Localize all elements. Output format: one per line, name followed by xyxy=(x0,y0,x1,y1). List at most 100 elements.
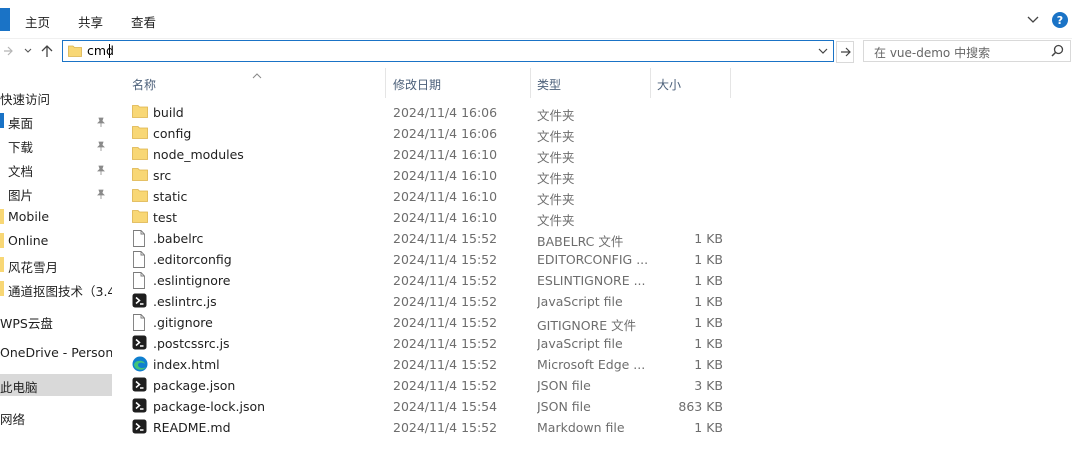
chevron-down-icon[interactable] xyxy=(1024,11,1042,29)
file-row[interactable]: package-lock.json 2024/11/4 15:54 JSON fil… xyxy=(118,396,818,417)
up-button[interactable] xyxy=(39,42,55,60)
file-row[interactable]: README.md 2024/11/4 15:52 Markdown file 1 K… xyxy=(118,417,818,438)
search-icon[interactable] xyxy=(1051,44,1064,60)
column-divider[interactable] xyxy=(650,68,651,98)
file-modified-date: 2024/11/4 15:52 xyxy=(393,420,498,435)
folder-icon xyxy=(132,125,150,142)
file-size: 1 KB xyxy=(694,420,723,435)
tab-share[interactable]: 共享 xyxy=(78,12,103,31)
column-header-name[interactable]: 名称 xyxy=(132,76,156,93)
file-type: JavaScript file xyxy=(537,336,623,351)
file-name: .babelrc xyxy=(153,231,204,246)
folder-icon xyxy=(0,233,4,248)
column-header-type[interactable]: 类型 xyxy=(537,76,561,93)
file-size: 1 KB xyxy=(694,273,723,288)
file-row[interactable]: test 2024/11/4 16:10 文件夹 xyxy=(118,207,818,228)
folder-icon xyxy=(132,167,150,184)
file-size: 1 KB xyxy=(694,294,723,309)
file-row[interactable]: static 2024/11/4 16:10 文件夹 xyxy=(118,186,818,207)
sidebar-item-network[interactable]: 网络 xyxy=(0,406,112,428)
sidebar-item-pictures[interactable]: 图片 xyxy=(0,182,112,204)
sidebar-item-desktop[interactable]: 桌面 xyxy=(0,110,112,132)
sidebar-item-quick-access[interactable]: 快速访问 xyxy=(0,86,112,108)
sidebar-item-label: 图片 xyxy=(8,188,34,203)
sidebar-item-label: 桌面 xyxy=(8,116,34,131)
sidebar-item-fenghua[interactable]: 风花雪月 xyxy=(0,254,112,276)
file-modified-date: 2024/11/4 15:52 xyxy=(393,378,498,393)
file-name: index.html xyxy=(153,357,220,372)
column-divider[interactable] xyxy=(730,68,731,98)
file-type: Microsoft Edge ... xyxy=(537,357,646,372)
folder-icon xyxy=(132,188,150,205)
sidebar-item-label: Mobile xyxy=(8,209,50,224)
file-type: EDITORCONFIG ... xyxy=(537,252,649,267)
file-modified-date: 2024/11/4 16:10 xyxy=(393,168,498,183)
ribbon-controls: ? xyxy=(1024,10,1072,30)
recent-locations-button[interactable] xyxy=(20,42,36,60)
file-size: 1 KB xyxy=(694,252,723,267)
file-name: test xyxy=(153,210,178,225)
file-type: 文件夹 xyxy=(537,129,575,144)
sidebar-item-label: 文档 xyxy=(8,164,34,179)
go-button[interactable] xyxy=(836,41,854,63)
file-name: .gitignore xyxy=(153,315,213,330)
sidebar-item-channel-matting[interactable]: 通道抠图技术（3.4 xyxy=(0,278,112,300)
sidebar-item-label: 下载 xyxy=(8,140,34,155)
search-placeholder: 在 vue-demo 中搜索 xyxy=(874,46,991,60)
file-row[interactable]: package.json 2024/11/4 15:52 JSON file 3 KB xyxy=(118,375,818,396)
file-modified-date: 2024/11/4 15:52 xyxy=(393,294,498,309)
chevron-down-icon xyxy=(24,48,32,53)
file-name: package.json xyxy=(153,378,236,393)
file-type: JavaScript file xyxy=(537,294,623,309)
file-row[interactable]: index.html 2024/11/4 15:52 Microsoft Edge … xyxy=(118,354,818,375)
sidebar-item-onedrive[interactable]: OneDrive - Persona xyxy=(0,342,112,364)
file-type: JSON file xyxy=(537,378,591,393)
file-row[interactable]: .gitignore 2024/11/4 15:52 GITIGNORE 文件 1 K… xyxy=(118,312,818,333)
column-header-date[interactable]: 修改日期 xyxy=(393,76,441,93)
tab-view[interactable]: 查看 xyxy=(131,12,156,31)
navigation-pane: 快速访问 桌面 下载 文档 图片 Mobile Online 风花雪月 通道抠图… xyxy=(0,64,112,472)
file-type: GITIGNORE 文件 xyxy=(537,318,637,333)
address-dropdown-button[interactable] xyxy=(815,42,831,60)
tab-home[interactable]: 主页 xyxy=(25,12,50,31)
help-icon[interactable]: ? xyxy=(1052,12,1068,28)
file-type: BABELRC 文件 xyxy=(537,234,624,249)
address-bar[interactable]: cmd xyxy=(62,40,834,62)
sidebar-item-downloads[interactable]: 下载 xyxy=(0,134,112,156)
sidebar-item-wps-cloud[interactable]: WPS云盘 xyxy=(0,310,112,332)
file-type: 文件夹 xyxy=(537,150,575,165)
arrow-right-icon xyxy=(840,47,851,57)
file-row[interactable]: .babelrc 2024/11/4 15:52 BABELRC 文件 1 KB xyxy=(118,228,818,249)
file-row[interactable]: node_modules 2024/11/4 16:10 文件夹 xyxy=(118,144,818,165)
folder-icon xyxy=(0,281,4,296)
file-row[interactable]: .editorconfig 2024/11/4 15:52 EDITORCONFIG… xyxy=(118,249,818,270)
desktop-icon xyxy=(0,113,4,128)
column-header-size[interactable]: 大小 xyxy=(657,76,681,93)
file-name: README.md xyxy=(153,420,231,435)
column-divider[interactable] xyxy=(530,68,531,98)
file-name: .postcssrc.js xyxy=(153,336,230,351)
file-tab[interactable] xyxy=(0,8,10,31)
file-name: build xyxy=(153,105,184,120)
file-name: node_modules xyxy=(153,147,244,162)
sidebar-item-mobile[interactable]: Mobile xyxy=(0,206,112,228)
arrow-right-icon xyxy=(4,46,13,56)
search-box[interactable]: 在 vue-demo 中搜索 xyxy=(863,40,1071,62)
file-name: .eslintignore xyxy=(153,273,231,288)
sidebar-item-this-pc[interactable]: 此电脑 xyxy=(0,374,112,396)
folder-icon xyxy=(132,104,150,121)
file-row[interactable]: .eslintignore 2024/11/4 15:52 ESLINTIGNORE… xyxy=(118,270,818,291)
chevron-down-icon xyxy=(818,48,828,54)
file-row[interactable]: .postcssrc.js 2024/11/4 15:52 JavaScript f… xyxy=(118,333,818,354)
forward-button[interactable] xyxy=(0,42,16,60)
file-row[interactable]: .eslintrc.js 2024/11/4 15:52 JavaScript fi… xyxy=(118,291,818,312)
file-size: 1 KB xyxy=(694,357,723,372)
file-row[interactable]: config 2024/11/4 16:06 文件夹 xyxy=(118,123,818,144)
column-divider[interactable] xyxy=(385,68,386,98)
sidebar-item-documents[interactable]: 文档 xyxy=(0,158,112,180)
sidebar-item-label: 此电脑 xyxy=(0,380,38,395)
sidebar-item-online[interactable]: Online xyxy=(0,230,112,252)
file-row[interactable]: src 2024/11/4 16:10 文件夹 xyxy=(118,165,818,186)
ribbon: 主页 共享 查看 ? xyxy=(0,0,1072,39)
file-row[interactable]: build 2024/11/4 16:06 文件夹 xyxy=(118,102,818,123)
